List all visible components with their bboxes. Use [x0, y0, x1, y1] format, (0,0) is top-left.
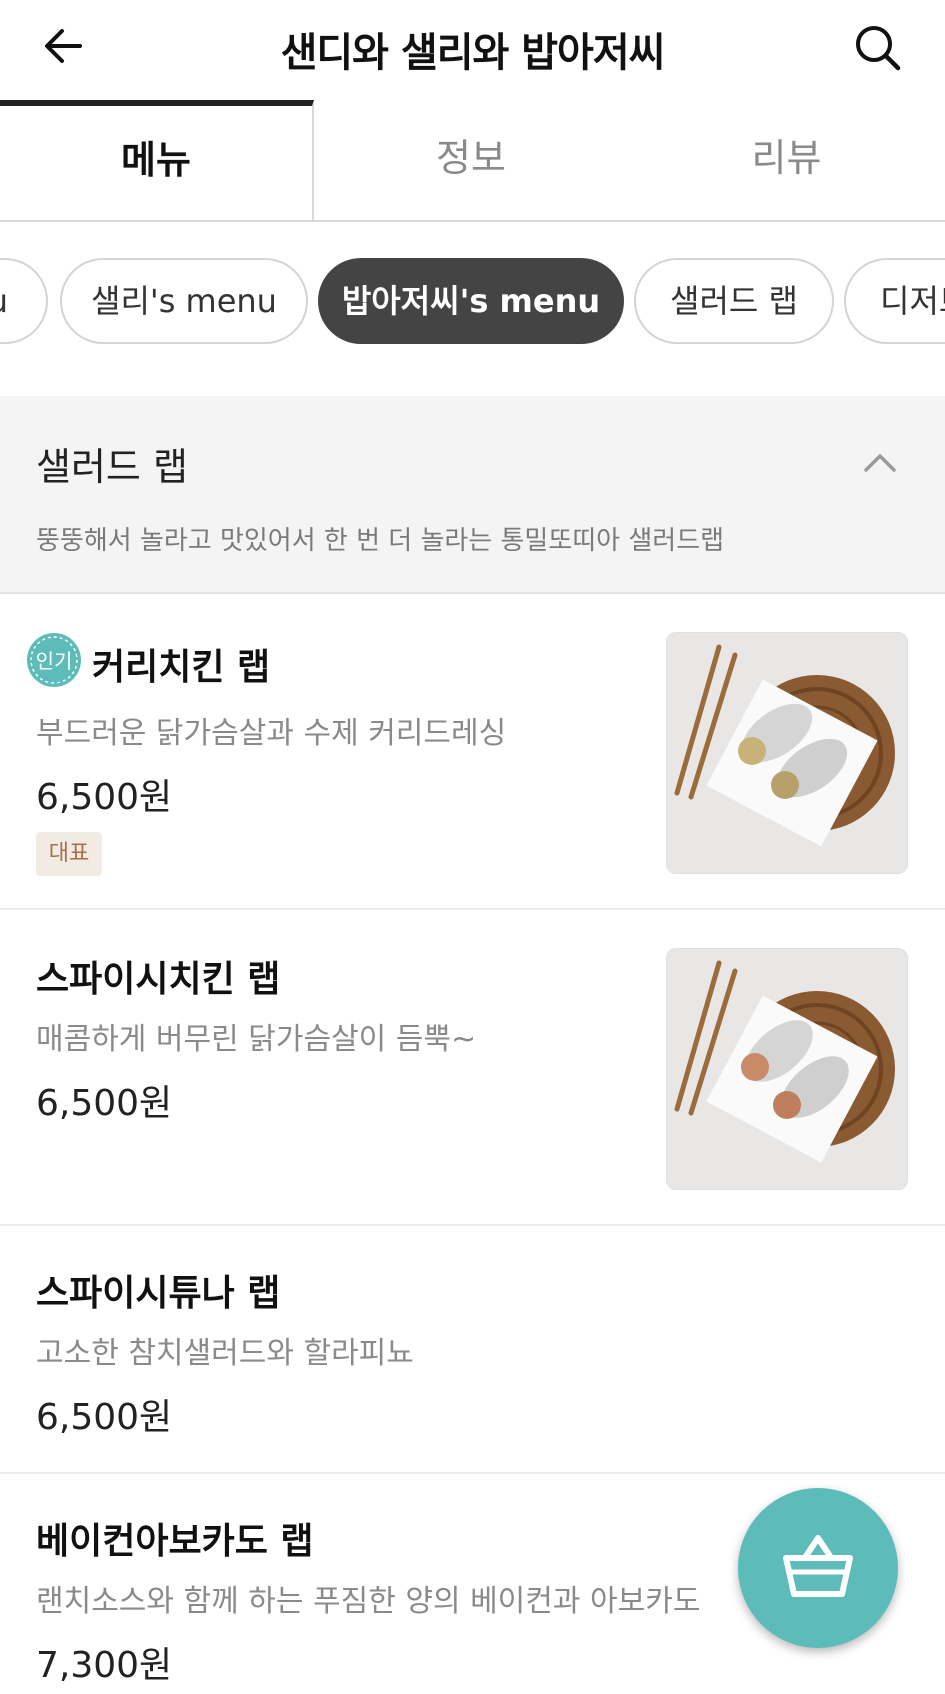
item-price: 7,300원 [36, 1645, 173, 1686]
chip-prev-menu[interactable]: u [0, 258, 48, 344]
cart-button[interactable] [738, 1488, 898, 1648]
item-description: 랜치소스와 함께 하는 푸짐한 양의 베이컨과 아보카도 [36, 1584, 701, 1619]
item-name: 스파이시튜나 랩 [36, 1273, 281, 1314]
item-price: 6,500원 [36, 1397, 173, 1438]
tab-info[interactable]: 정보 [314, 100, 628, 222]
basket-icon [783, 1535, 853, 1597]
wrap-photo-icon [667, 633, 907, 873]
representative-tag: 대표 [36, 832, 102, 876]
category-chip-bar[interactable]: u 샐리's menu 밥아저씨's menu 샐러드 랩 디저트 [0, 258, 945, 344]
menu-item-curry-chicken-wrap[interactable]: 커리치킨 랩 부드러운 닭가슴살과 수제 커리드레싱 6,500원 대표 [0, 596, 945, 910]
item-description: 부드러운 닭가슴살과 수제 커리드레싱 [36, 716, 507, 751]
item-name: 스파이시치킨 랩 [36, 959, 281, 1000]
chip-salad-wrap[interactable]: 샐러드 랩 [634, 258, 834, 344]
chip-bob-menu[interactable]: 밥아저씨's menu [318, 258, 624, 344]
item-price: 6,500원 [36, 1083, 173, 1124]
chip-dessert[interactable]: 디저트 [844, 258, 945, 344]
search-button[interactable] [852, 22, 904, 74]
search-icon [856, 26, 901, 71]
tab-bar: 메뉴 정보 리뷰 [0, 100, 945, 222]
popular-badge: 인기 [27, 633, 81, 687]
item-name: 베이컨아보카도 랩 [36, 1521, 314, 1562]
item-description: 매콤하게 버무린 닭가슴살이 듬뿍~ [36, 1022, 477, 1057]
chevron-up-icon [864, 454, 896, 472]
item-price: 6,500원 [36, 777, 173, 818]
popular-badge-label: 인기 [36, 649, 73, 673]
chip-sally-menu[interactable]: 샐리's menu [60, 258, 308, 344]
item-description: 고소한 참치샐러드와 할라피뇨 [36, 1336, 414, 1371]
category-header[interactable]: 샐러드 랩 뚱뚱해서 놀라고 맛있어서 한 번 더 놀라는 통밀또띠아 샐러드랩 [0, 396, 945, 594]
item-photo [666, 632, 908, 874]
item-photo [666, 948, 908, 1190]
menu-item-spicy-chicken-wrap[interactable]: 스파이시치킨 랩 매콤하게 버무린 닭가슴살이 듬뿍~ 6,500원 [0, 912, 945, 1226]
category-description: 뚱뚱해서 놀라고 맛있어서 한 번 더 놀라는 통밀또띠아 샐러드랩 [36, 526, 725, 556]
item-name: 커리치킨 랩 [92, 647, 271, 688]
tab-review[interactable]: 리뷰 [628, 100, 945, 222]
page-title: 샌디와 샐리와 밥아저씨 [280, 30, 666, 76]
menu-item-spicy-tuna-wrap[interactable]: 스파이시튜나 랩 고소한 참치샐러드와 할라피뇨 6,500원 [0, 1228, 945, 1474]
wrap-photo-icon [667, 949, 907, 1189]
top-bar: 샌디와 샐리와 밥아저씨 [0, 0, 945, 100]
category-title: 샐러드 랩 [36, 445, 188, 489]
collapse-toggle[interactable] [858, 440, 902, 484]
tab-menu[interactable]: 메뉴 [0, 100, 314, 222]
